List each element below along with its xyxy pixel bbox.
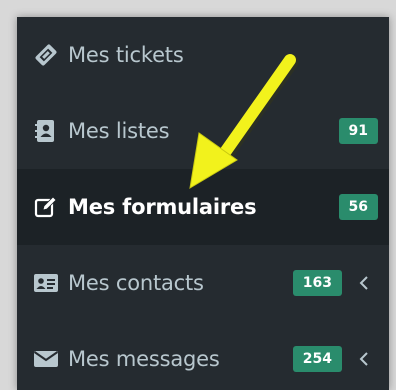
count-badge: 254: [292, 346, 342, 372]
count-badge: 91: [338, 118, 378, 144]
chevron-left-icon[interactable]: [358, 275, 370, 291]
edit-form-icon: [33, 194, 59, 220]
envelope-icon: [33, 346, 59, 372]
sidebar-item-messages[interactable]: Mes messages 254: [17, 321, 389, 390]
count-badge: 163: [292, 270, 342, 296]
screenshot-frame: Mes tickets Mes listes 91 Mes formulaire…: [0, 0, 396, 390]
sidebar-item-forms[interactable]: Mes formulaires 56: [17, 169, 389, 245]
chevron-left-icon[interactable]: [358, 351, 370, 367]
sidebar-item-label: Mes messages: [68, 347, 220, 371]
ticket-icon: [33, 42, 59, 68]
sidebar-item-contacts[interactable]: Mes contacts 163: [17, 245, 389, 321]
sidebar-item-label: Mes contacts: [68, 271, 204, 295]
sidebar-menu: Mes tickets Mes listes 91 Mes formulaire…: [17, 17, 389, 390]
sidebar-item-label: Mes listes: [68, 119, 170, 143]
address-book-icon: [33, 118, 59, 144]
sidebar-item-label: Mes tickets: [68, 43, 184, 67]
sidebar-item-tickets[interactable]: Mes tickets: [17, 17, 389, 93]
count-badge: 56: [338, 194, 378, 220]
id-card-icon: [33, 270, 59, 296]
sidebar-item-lists[interactable]: Mes listes 91: [17, 93, 389, 169]
sidebar-item-label: Mes formulaires: [68, 195, 257, 219]
